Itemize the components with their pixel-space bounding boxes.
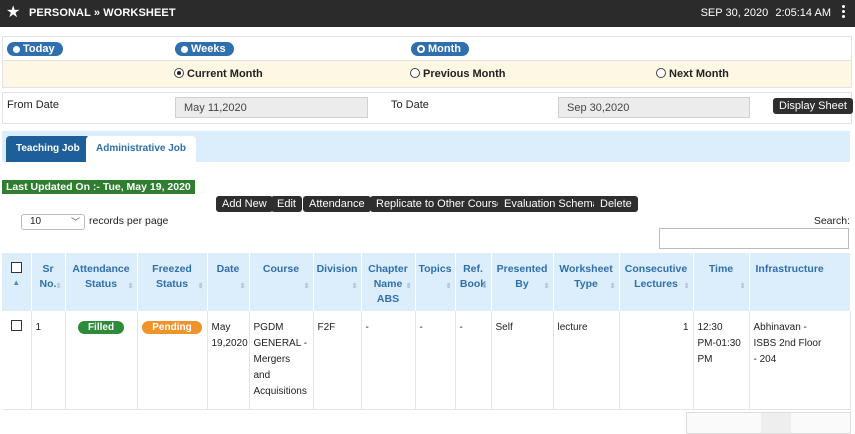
cell-course: PGDM GENERAL - Mergers and Acquisitions xyxy=(249,311,314,410)
select-all-checkbox[interactable] xyxy=(10,262,22,273)
tab-administrative-job[interactable]: Administrative Job xyxy=(86,136,197,162)
radio-icon xyxy=(181,45,188,53)
display-sheet-button[interactable]: Display Sheet xyxy=(773,98,853,114)
kebab-menu-icon[interactable] xyxy=(842,5,846,20)
radio-icon xyxy=(656,68,666,78)
sort-icon: ⇕ xyxy=(543,283,550,290)
col-division[interactable]: Division ⇕ xyxy=(313,253,362,311)
evaluation-schema-button[interactable]: Evaluation Schema xyxy=(498,196,605,212)
sort-icon: ⇕ xyxy=(739,283,746,290)
worksheet-table: ▲ Sr No. ⇕ Attendance Status ⇕ Freezed Status… xyxy=(2,253,851,410)
edit-button[interactable]: Edit xyxy=(271,196,302,212)
cell-topics: - xyxy=(415,311,456,410)
star-icon[interactable]: ★ xyxy=(6,3,20,23)
sort-icon: ⇕ xyxy=(683,283,690,290)
radio-checked-icon xyxy=(174,68,184,78)
period-selector: Today Weeks Month xyxy=(2,36,852,61)
sort-icon: ⇕ xyxy=(55,283,62,290)
col-freezed-status[interactable]: Freezed Status ⇕ xyxy=(137,253,208,311)
col-infrastructure[interactable]: Infrastructure xyxy=(749,253,851,311)
records-per-page-label: records per page xyxy=(89,215,169,227)
freezed-status-badge: Pending xyxy=(142,321,202,334)
row-checkbox[interactable] xyxy=(10,320,22,331)
radio-icon xyxy=(410,68,420,78)
col-attendance-status[interactable]: Attendance Status ⇕ xyxy=(65,253,138,311)
job-tabs: Teaching Job Administrative Job xyxy=(2,131,850,162)
table-row[interactable]: 1 Filled Pending May 19,2020 PGDM GENERAL … xyxy=(2,311,851,410)
radio-checked-icon xyxy=(417,44,425,53)
next-month-option[interactable]: Next Month xyxy=(656,68,729,80)
page-title: PERSONAL » WORKSHEET xyxy=(29,7,176,19)
current-time: 2:05:14 AM xyxy=(775,7,831,19)
tab-teaching-job[interactable]: Teaching Job xyxy=(6,136,90,162)
to-date-input[interactable]: Sep 30,2020 xyxy=(558,97,750,118)
period-today-option[interactable]: Today xyxy=(7,42,63,56)
sort-icon: ⇕ xyxy=(609,283,616,290)
period-weeks-option[interactable]: Weeks xyxy=(175,42,234,56)
attendance-button[interactable]: Attendance xyxy=(303,196,371,212)
period-month-option[interactable]: Month xyxy=(411,42,469,56)
top-bar: ★ PERSONAL » WORKSHEET SEP 30, 2020 2:05… xyxy=(0,0,855,27)
datetime-display: SEP 30, 2020 2:05:14 AM xyxy=(697,7,831,19)
last-updated-badge: Last Updated On :- Tue, May 19, 2020 xyxy=(2,180,195,194)
cell-worksheet-type: lecture xyxy=(553,311,620,410)
search-input[interactable] xyxy=(659,228,849,249)
col-time[interactable]: Time ⇕ xyxy=(693,253,750,311)
radio-icon xyxy=(13,45,20,53)
add-new-button[interactable]: Add New xyxy=(216,196,273,212)
sort-icon: ⇕ xyxy=(239,283,246,290)
cell-infrastructure: Abhinavan - ISBS 2nd Floor - 204 xyxy=(749,311,851,410)
chevron-down-icon: ﹀ xyxy=(70,217,80,227)
cell-division: F2F xyxy=(313,311,362,410)
col-date[interactable]: Date ⇕ xyxy=(207,253,250,311)
search-label: Search: xyxy=(813,215,850,227)
cell-presented-by: Self xyxy=(491,311,554,410)
cell-date: May 19,2020 xyxy=(207,311,250,410)
sort-asc-icon: ▲ xyxy=(12,278,21,287)
sort-icon: ⇕ xyxy=(351,283,358,290)
attendance-status-badge: Filled xyxy=(77,321,125,334)
table-header-row: ▲ Sr No. ⇕ Attendance Status ⇕ Freezed Status… xyxy=(2,253,851,311)
to-date-label: To Date xyxy=(391,99,429,111)
sort-icon: ⇕ xyxy=(303,283,310,290)
date-range-row: From Date May 11,2020 To Date Sep 30,202… xyxy=(2,92,853,124)
col-sr-no[interactable]: Sr No. ⇕ xyxy=(31,253,66,311)
col-worksheet-type[interactable]: Worksheet Type ⇕ xyxy=(553,253,620,311)
sort-icon: ⇕ xyxy=(127,283,134,290)
cell-consecutive: 1 xyxy=(619,311,694,410)
sort-icon: ⇕ xyxy=(405,283,412,290)
pagination[interactable] xyxy=(686,412,851,434)
select-all-header[interactable]: ▲ xyxy=(2,253,32,311)
col-ref-book[interactable]: Ref. Book ⇕ xyxy=(455,253,492,311)
col-consecutive-lectures[interactable]: Consecutive Lectures ⇕ xyxy=(619,253,694,311)
sort-icon: ⇕ xyxy=(481,283,488,290)
col-topics[interactable]: Topics ⇕ xyxy=(415,253,456,311)
from-date-label: From Date xyxy=(7,99,59,111)
replicate-button[interactable]: Replicate to Other Course xyxy=(370,196,510,212)
col-chapter-name[interactable]: Chapter Name ABS ⇕ xyxy=(361,253,416,311)
current-date: SEP 30, 2020 xyxy=(700,7,769,19)
cell-ref-book: - xyxy=(455,311,492,410)
current-month-option[interactable]: Current Month xyxy=(174,68,263,80)
sort-icon: ⇕ xyxy=(197,283,204,290)
month-options: Current Month Previous Month Next Month xyxy=(2,60,852,88)
delete-button[interactable]: Delete xyxy=(594,196,638,212)
records-per-page-select[interactable]: 10 ﹀ xyxy=(21,214,85,230)
sort-icon: ⇕ xyxy=(445,283,452,290)
cell-chapter: - xyxy=(361,311,416,410)
previous-month-option[interactable]: Previous Month xyxy=(410,68,506,80)
cell-sr: 1 xyxy=(31,311,66,410)
cell-time: 12:30 PM-01:30 PM xyxy=(693,311,750,410)
col-course[interactable]: Course ⇕ xyxy=(249,253,314,311)
from-date-input[interactable]: May 11,2020 xyxy=(175,97,368,118)
col-presented-by[interactable]: Presented By ⇕ xyxy=(491,253,554,311)
pagination-current[interactable] xyxy=(761,413,791,433)
